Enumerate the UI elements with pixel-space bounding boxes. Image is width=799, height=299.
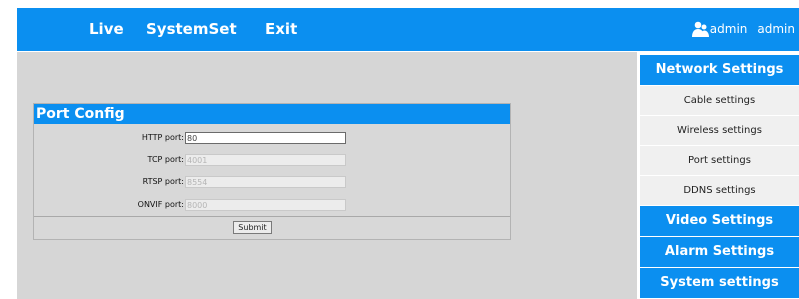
sidebar-video-settings[interactable]: Video Settings bbox=[640, 206, 799, 236]
nav-systemset[interactable]: SystemSet bbox=[146, 20, 237, 38]
username-label: admin bbox=[757, 22, 795, 36]
rtsp-port-input bbox=[185, 176, 346, 188]
onvif-port-label: ONVIF port: bbox=[137, 200, 184, 209]
user-icon bbox=[691, 21, 709, 37]
onvif-port-row: ONVIF port: bbox=[34, 198, 510, 212]
tcp-port-input bbox=[185, 154, 346, 166]
nav-live[interactable]: Live bbox=[89, 20, 124, 38]
sidebar-cable-settings[interactable]: Cable settings bbox=[640, 86, 799, 115]
sidebar-ddns-settings[interactable]: DDNS settings bbox=[640, 176, 799, 205]
rtsp-port-row: RTSP port: bbox=[34, 175, 510, 189]
sidebar-system-settings[interactable]: System settings bbox=[640, 268, 799, 298]
sidebar-network-settings[interactable]: Network Settings bbox=[640, 55, 799, 85]
main-content-area: Port Config HTTP port: TCP port: RTSP po… bbox=[17, 52, 637, 299]
top-navigation-bar: Live SystemSet Exit admin admin bbox=[17, 8, 799, 51]
onvif-port-input bbox=[185, 199, 346, 211]
http-port-label: HTTP port: bbox=[141, 133, 184, 142]
sidebar-alarm-settings[interactable]: Alarm Settings bbox=[640, 237, 799, 267]
form-divider bbox=[34, 216, 510, 217]
settings-sidebar: Network Settings Cable settings Wireless… bbox=[640, 55, 799, 299]
port-config-title: Port Config bbox=[34, 104, 510, 124]
http-port-row: HTTP port: bbox=[34, 131, 510, 145]
submit-button[interactable]: Submit bbox=[233, 221, 272, 234]
rtsp-port-label: RTSP port: bbox=[142, 177, 184, 186]
tcp-port-row: TCP port: bbox=[34, 153, 510, 167]
sidebar-wireless-settings[interactable]: Wireless settings bbox=[640, 116, 799, 145]
nav-exit[interactable]: Exit bbox=[265, 20, 297, 38]
tcp-port-label: TCP port: bbox=[147, 155, 184, 164]
port-config-panel: Port Config HTTP port: TCP port: RTSP po… bbox=[33, 103, 511, 240]
user-role-label: admin bbox=[709, 22, 748, 36]
user-info: admin admin bbox=[691, 21, 795, 37]
sidebar-port-settings[interactable]: Port settings bbox=[640, 146, 799, 175]
http-port-input[interactable] bbox=[185, 132, 346, 144]
